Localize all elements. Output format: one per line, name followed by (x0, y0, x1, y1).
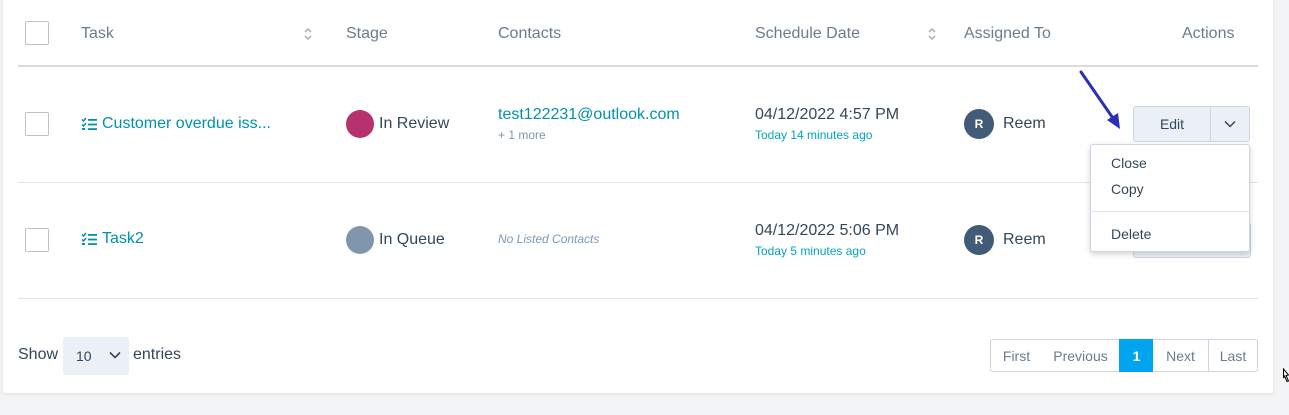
chevron-down-icon (109, 351, 121, 359)
sort-icon[interactable] (927, 26, 937, 42)
task-name[interactable]: Customer overdue iss... (102, 114, 271, 134)
header-contacts: Contacts (498, 25, 562, 42)
pagination-page-1[interactable]: 1 (1119, 339, 1154, 372)
show-label: Show (18, 346, 59, 363)
assignee-name: Reem (1003, 231, 1046, 248)
menu-divider (1091, 211, 1249, 212)
pagination-last[interactable]: Last (1208, 339, 1258, 372)
assignee: R Reem (964, 225, 1046, 255)
pagination-first[interactable]: First (990, 339, 1043, 372)
header-assigned-to: Assigned To (964, 25, 1051, 42)
task-link[interactable]: Task2 (81, 229, 144, 249)
task-list-icon (81, 117, 97, 130)
assignee: R Reem (964, 109, 1046, 139)
actions-dropdown-toggle[interactable] (1210, 106, 1250, 142)
pagination-next[interactable]: Next (1153, 339, 1209, 372)
row-checkbox[interactable] (25, 112, 49, 136)
row-checkbox[interactable] (25, 228, 49, 252)
schedule-date: 04/12/2022 5:06 PM (755, 222, 900, 239)
actions-dropdown-menu: Close Copy Delete (1090, 144, 1250, 252)
task-list-icon (81, 232, 97, 245)
stage-label: In Review (379, 115, 450, 132)
stage-color-dot (346, 110, 374, 138)
stage-badge: In Review (346, 110, 449, 138)
annotation-arrow-icon (1079, 70, 1120, 129)
menu-item-delete[interactable]: Delete (1111, 225, 1151, 243)
stage-color-dot (346, 226, 374, 254)
schedule-date: 04/12/2022 4:57 PM (755, 106, 900, 123)
header-actions: Actions (1182, 25, 1235, 42)
header-task[interactable]: Task (81, 24, 114, 44)
mouse-cursor-icon (1283, 368, 1289, 383)
stage-badge: In Queue (346, 226, 445, 254)
header-stage: Stage (346, 25, 388, 42)
entries-select[interactable]: 10 (63, 337, 129, 375)
contact-more[interactable]: + 1 more (498, 127, 546, 143)
task-name[interactable]: Task2 (102, 229, 144, 249)
row-divider (18, 298, 1258, 299)
chevron-down-icon (1224, 120, 1236, 128)
avatar: R (964, 225, 994, 255)
stage-label: In Queue (379, 231, 445, 248)
avatar: R (964, 109, 994, 139)
menu-item-copy[interactable]: Copy (1111, 180, 1144, 198)
menu-item-close[interactable]: Close (1111, 154, 1147, 172)
row-divider (18, 182, 1258, 183)
schedule-relative: Today 5 minutes ago (755, 244, 866, 258)
pagination-previous[interactable]: Previous (1042, 339, 1120, 372)
header-schedule-date[interactable]: Schedule Date (755, 24, 860, 44)
task-link[interactable]: Customer overdue iss... (81, 114, 271, 134)
select-all-checkbox[interactable] (25, 21, 49, 45)
edit-button[interactable]: Edit (1133, 106, 1211, 142)
tasks-table-card: Task Stage Contacts Schedule Date Assign… (3, 0, 1273, 393)
entries-label: entries (133, 346, 182, 363)
header-divider (18, 65, 1258, 67)
entries-value: 10 (76, 348, 92, 364)
schedule-relative: Today 14 minutes ago (755, 128, 873, 142)
contact-link[interactable]: test122231@outlook.com (498, 105, 680, 125)
assignee-name: Reem (1003, 115, 1046, 132)
no-contacts-label: No Listed Contacts (498, 232, 600, 246)
sort-icon[interactable] (303, 26, 313, 42)
